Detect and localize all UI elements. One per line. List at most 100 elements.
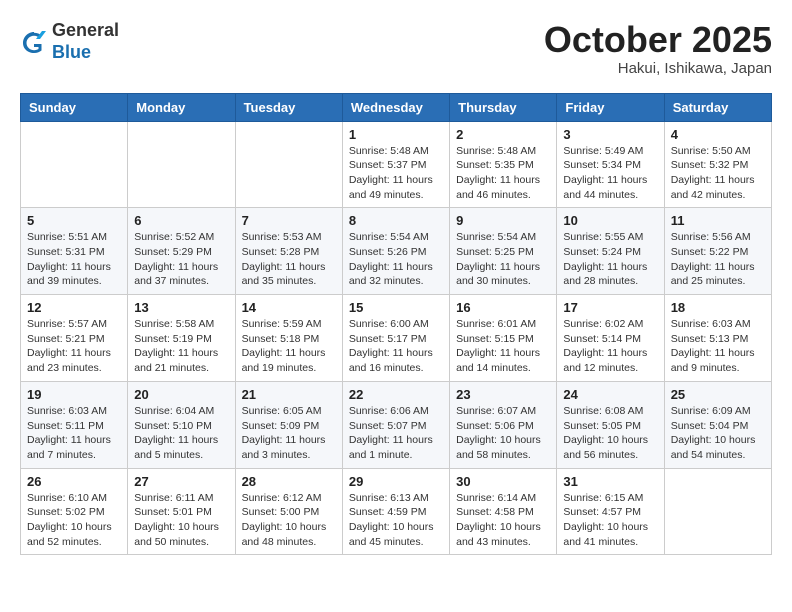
day-number: 5 — [27, 213, 121, 228]
day-info: Sunrise: 6:14 AM Sunset: 4:58 PM Dayligh… — [456, 491, 550, 550]
calendar-cell: 14 Sunrise: 5:59 AM Sunset: 5:18 PM Dayli… — [235, 295, 342, 382]
day-info: Sunrise: 6:03 AM Sunset: 5:11 PM Dayligh… — [27, 404, 121, 463]
day-number: 12 — [27, 300, 121, 315]
logo-icon — [20, 28, 48, 56]
day-number: 24 — [563, 387, 657, 402]
day-number: 17 — [563, 300, 657, 315]
location: Hakui, Ishikawa, Japan — [544, 60, 772, 77]
day-info: Sunrise: 5:49 AM Sunset: 5:34 PM Dayligh… — [563, 144, 657, 203]
day-info: Sunrise: 5:50 AM Sunset: 5:32 PM Dayligh… — [671, 144, 765, 203]
day-info: Sunrise: 6:15 AM Sunset: 4:57 PM Dayligh… — [563, 491, 657, 550]
day-number: 7 — [242, 213, 336, 228]
day-info: Sunrise: 5:54 AM Sunset: 5:26 PM Dayligh… — [349, 230, 443, 289]
calendar-cell: 27 Sunrise: 6:11 AM Sunset: 5:01 PM Dayli… — [128, 468, 235, 555]
day-info: Sunrise: 5:56 AM Sunset: 5:22 PM Dayligh… — [671, 230, 765, 289]
calendar-cell: 8 Sunrise: 5:54 AM Sunset: 5:26 PM Daylig… — [342, 208, 449, 295]
calendar-cell: 24 Sunrise: 6:08 AM Sunset: 5:05 PM Dayli… — [557, 381, 664, 468]
weekday-header-tuesday: Tuesday — [235, 93, 342, 121]
calendar-cell: 2Sunrise: 5:48 AM Sunset: 5:35 PM Daylig… — [450, 121, 557, 208]
calendar-cell: 3 Sunrise: 5:49 AM Sunset: 5:34 PM Daylig… — [557, 121, 664, 208]
day-number: 14 — [242, 300, 336, 315]
calendar-cell: 16 Sunrise: 6:01 AM Sunset: 5:15 PM Dayli… — [450, 295, 557, 382]
weekday-header-friday: Friday — [557, 93, 664, 121]
calendar-cell: 22 Sunrise: 6:06 AM Sunset: 5:07 PM Dayli… — [342, 381, 449, 468]
calendar-cell: 15 Sunrise: 6:00 AM Sunset: 5:17 PM Dayli… — [342, 295, 449, 382]
month-title: October 2025 — [544, 20, 772, 60]
day-number: 22 — [349, 387, 443, 402]
calendar-week-4: 19 Sunrise: 6:03 AM Sunset: 5:11 PM Dayli… — [21, 381, 772, 468]
day-number: 1 — [349, 127, 443, 142]
day-info: Sunrise: 6:08 AM Sunset: 5:05 PM Dayligh… — [563, 404, 657, 463]
day-number: 8 — [349, 213, 443, 228]
day-number: 21 — [242, 387, 336, 402]
day-info: Sunrise: 5:54 AM Sunset: 5:25 PM Dayligh… — [456, 230, 550, 289]
day-info: Sunrise: 6:12 AM Sunset: 5:00 PM Dayligh… — [242, 491, 336, 550]
calendar-cell: 25 Sunrise: 6:09 AM Sunset: 5:04 PM Dayli… — [664, 381, 771, 468]
page-header: General Blue October 2025 Hakui, Ishikaw… — [20, 20, 772, 77]
day-info: Sunrise: 6:05 AM Sunset: 5:09 PM Dayligh… — [242, 404, 336, 463]
calendar-cell: 18 Sunrise: 6:03 AM Sunset: 5:13 PM Dayli… — [664, 295, 771, 382]
day-info: Sunrise: 6:09 AM Sunset: 5:04 PM Dayligh… — [671, 404, 765, 463]
calendar-week-3: 12Sunrise: 5:57 AM Sunset: 5:21 PM Dayli… — [21, 295, 772, 382]
calendar-cell: 5 Sunrise: 5:51 AM Sunset: 5:31 PM Daylig… — [21, 208, 128, 295]
calendar-cell: 7 Sunrise: 5:53 AM Sunset: 5:28 PM Daylig… — [235, 208, 342, 295]
day-number: 31 — [563, 474, 657, 489]
day-info: Sunrise: 6:01 AM Sunset: 5:15 PM Dayligh… — [456, 317, 550, 376]
day-info: Sunrise: 6:06 AM Sunset: 5:07 PM Dayligh… — [349, 404, 443, 463]
day-info: Sunrise: 5:55 AM Sunset: 5:24 PM Dayligh… — [563, 230, 657, 289]
day-number: 10 — [563, 213, 657, 228]
calendar-cell: 17Sunrise: 6:02 AM Sunset: 5:14 PM Dayli… — [557, 295, 664, 382]
calendar-cell: 30 Sunrise: 6:14 AM Sunset: 4:58 PM Dayli… — [450, 468, 557, 555]
day-number: 16 — [456, 300, 550, 315]
calendar-cell: 31 Sunrise: 6:15 AM Sunset: 4:57 PM Dayli… — [557, 468, 664, 555]
calendar-cell: 12Sunrise: 5:57 AM Sunset: 5:21 PM Dayli… — [21, 295, 128, 382]
day-number: 27 — [134, 474, 228, 489]
day-number: 9 — [456, 213, 550, 228]
day-number: 11 — [671, 213, 765, 228]
day-info: Sunrise: 5:51 AM Sunset: 5:31 PM Dayligh… — [27, 230, 121, 289]
weekday-header-wednesday: Wednesday — [342, 93, 449, 121]
calendar-cell: 1Sunrise: 5:48 AM Sunset: 5:37 PM Daylig… — [342, 121, 449, 208]
logo-blue: Blue — [52, 42, 91, 62]
calendar-week-2: 5 Sunrise: 5:51 AM Sunset: 5:31 PM Daylig… — [21, 208, 772, 295]
day-number: 19 — [27, 387, 121, 402]
weekday-header-sunday: Sunday — [21, 93, 128, 121]
logo-text: General Blue — [52, 20, 119, 63]
weekday-header-thursday: Thursday — [450, 93, 557, 121]
day-number: 25 — [671, 387, 765, 402]
weekday-header-monday: Monday — [128, 93, 235, 121]
logo-general: General — [52, 20, 119, 40]
day-info: Sunrise: 6:03 AM Sunset: 5:13 PM Dayligh… — [671, 317, 765, 376]
calendar-week-5: 26Sunrise: 6:10 AM Sunset: 5:02 PM Dayli… — [21, 468, 772, 555]
title-block: October 2025 Hakui, Ishikawa, Japan — [544, 20, 772, 77]
day-number: 2 — [456, 127, 550, 142]
calendar-cell — [128, 121, 235, 208]
day-info: Sunrise: 6:11 AM Sunset: 5:01 PM Dayligh… — [134, 491, 228, 550]
calendar-cell: 29Sunrise: 6:13 AM Sunset: 4:59 PM Dayli… — [342, 468, 449, 555]
day-info: Sunrise: 5:53 AM Sunset: 5:28 PM Dayligh… — [242, 230, 336, 289]
calendar-cell: 26Sunrise: 6:10 AM Sunset: 5:02 PM Dayli… — [21, 468, 128, 555]
day-number: 3 — [563, 127, 657, 142]
day-number: 30 — [456, 474, 550, 489]
day-number: 23 — [456, 387, 550, 402]
day-info: Sunrise: 5:59 AM Sunset: 5:18 PM Dayligh… — [242, 317, 336, 376]
day-number: 28 — [242, 474, 336, 489]
weekday-header-saturday: Saturday — [664, 93, 771, 121]
calendar-cell: 28 Sunrise: 6:12 AM Sunset: 5:00 PM Dayli… — [235, 468, 342, 555]
calendar-cell: 20Sunrise: 6:04 AM Sunset: 5:10 PM Dayli… — [128, 381, 235, 468]
calendar: SundayMondayTuesdayWednesdayThursdayFrid… — [20, 93, 772, 556]
day-number: 6 — [134, 213, 228, 228]
day-number: 20 — [134, 387, 228, 402]
day-info: Sunrise: 6:00 AM Sunset: 5:17 PM Dayligh… — [349, 317, 443, 376]
day-info: Sunrise: 5:58 AM Sunset: 5:19 PM Dayligh… — [134, 317, 228, 376]
calendar-cell: 13Sunrise: 5:58 AM Sunset: 5:19 PM Dayli… — [128, 295, 235, 382]
day-number: 15 — [349, 300, 443, 315]
calendar-cell: 11 Sunrise: 5:56 AM Sunset: 5:22 PM Dayli… — [664, 208, 771, 295]
day-number: 4 — [671, 127, 765, 142]
calendar-cell — [235, 121, 342, 208]
calendar-cell: 21 Sunrise: 6:05 AM Sunset: 5:09 PM Dayli… — [235, 381, 342, 468]
calendar-week-1: 1Sunrise: 5:48 AM Sunset: 5:37 PM Daylig… — [21, 121, 772, 208]
day-number: 18 — [671, 300, 765, 315]
calendar-cell: 10 Sunrise: 5:55 AM Sunset: 5:24 PM Dayli… — [557, 208, 664, 295]
day-info: Sunrise: 5:52 AM Sunset: 5:29 PM Dayligh… — [134, 230, 228, 289]
